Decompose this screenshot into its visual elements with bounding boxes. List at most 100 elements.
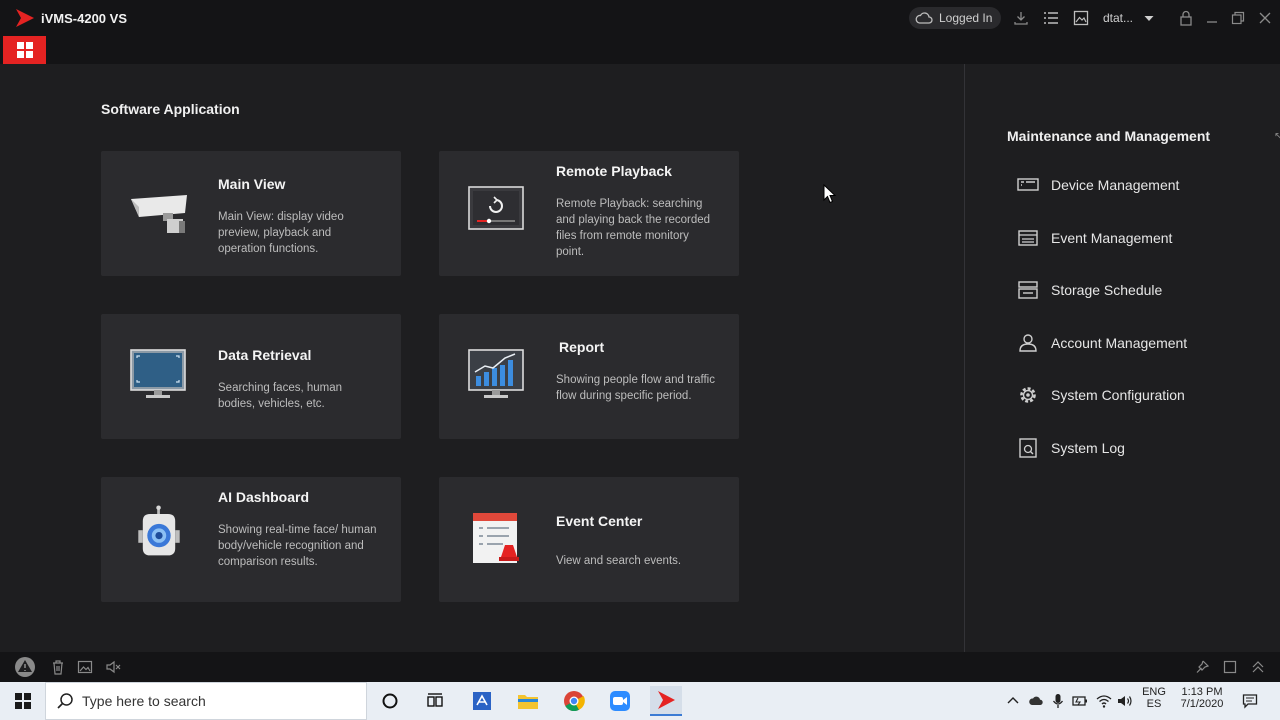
- lock-icon[interactable]: [1178, 10, 1194, 26]
- report-chart-icon: [468, 349, 524, 398]
- taskbar-search-input[interactable]: Type here to search: [45, 682, 367, 720]
- os-taskbar: Type here to search ENG ES 1:13 PM 7/1/2…: [0, 682, 1280, 720]
- home-tab[interactable]: [3, 36, 46, 64]
- download-icon[interactable]: [1013, 10, 1029, 26]
- taskbar-app-zoom[interactable]: [604, 686, 636, 716]
- event-center-icon: [473, 513, 519, 563]
- menu-system-log[interactable]: System Log: [1017, 436, 1125, 460]
- menu-account-management[interactable]: Account Management: [1017, 331, 1187, 355]
- taskbar-app-file-explorer[interactable]: [512, 686, 544, 716]
- monitor-search-icon: [130, 349, 186, 398]
- menu-label: Storage Schedule: [1051, 282, 1163, 298]
- task-list-icon[interactable]: [1043, 10, 1059, 26]
- language-code: ENG: [1142, 686, 1166, 698]
- card-title: Main View: [218, 176, 286, 192]
- card-title: Event Center: [556, 513, 643, 529]
- minimize-icon[interactable]: [1204, 10, 1220, 26]
- cortana-icon: [382, 693, 398, 709]
- login-status-label: Logged In: [939, 11, 993, 25]
- mute-icon[interactable]: [105, 659, 121, 675]
- storage-icon: [1018, 281, 1038, 299]
- start-button[interactable]: [0, 682, 45, 720]
- ivms-app-icon: [658, 691, 675, 709]
- card-title: Report: [559, 339, 605, 355]
- card-event-center[interactable]: Event Center View and search events.: [439, 477, 739, 602]
- section-title: Software Application: [101, 101, 240, 117]
- language-indicator[interactable]: ENG ES: [1139, 686, 1169, 710]
- card-data-retrieval[interactable]: Data Retrieval Searching faces, human bo…: [101, 314, 401, 439]
- collapse-arrow-icon[interactable]: ↖: [1274, 131, 1280, 142]
- close-icon[interactable]: [1257, 10, 1273, 26]
- taskbar-app-document[interactable]: [466, 686, 498, 716]
- card-description: Showing real-time face/ human body/vehic…: [218, 524, 377, 568]
- event-list-icon: [1018, 230, 1038, 246]
- menu-system-configuration[interactable]: System Configuration: [1017, 383, 1185, 407]
- tray-cloud-icon[interactable]: [1028, 693, 1044, 709]
- gear-icon: [1020, 387, 1036, 403]
- picture-icon[interactable]: [77, 659, 93, 675]
- search-icon: [57, 693, 73, 709]
- windows-logo-icon: [14, 693, 31, 709]
- chrome-icon: [564, 691, 585, 712]
- menu-storage-schedule[interactable]: Storage Schedule: [1017, 278, 1162, 302]
- tab-strip: [0, 36, 1280, 64]
- cloud-icon: [915, 12, 933, 24]
- tray-wifi-icon[interactable]: [1096, 693, 1112, 709]
- zoom-icon: [610, 691, 630, 711]
- task-view-button[interactable]: [419, 686, 451, 716]
- keyboard-layout: ES: [1146, 698, 1162, 710]
- card-remote-playback[interactable]: Remote Playback Remote Playback: searchi…: [439, 151, 739, 276]
- card-description: Showing people flow and traffic flow dur…: [556, 374, 715, 402]
- tray-volume-icon[interactable]: [1117, 693, 1133, 709]
- pin-icon[interactable]: [1194, 659, 1210, 675]
- card-title: Data Retrieval: [218, 347, 312, 363]
- tray-chevron-up-icon[interactable]: [1005, 693, 1021, 709]
- login-status-button[interactable]: Logged In: [909, 7, 1001, 29]
- user-icon: [1019, 334, 1037, 352]
- window-icon[interactable]: [1222, 659, 1238, 675]
- menu-device-management[interactable]: Device Management: [1017, 173, 1179, 197]
- card-ai-dashboard[interactable]: AI Dashboard Showing real-time face/ hum…: [101, 477, 401, 602]
- restore-icon[interactable]: [1230, 10, 1246, 26]
- tray-battery-icon[interactable]: [1072, 693, 1088, 709]
- card-main-view[interactable]: Main View Main View: display video previ…: [101, 151, 401, 276]
- log-icon: [1019, 438, 1037, 458]
- clock[interactable]: 1:13 PM 7/1/2020: [1172, 686, 1232, 710]
- menu-label: System Configuration: [1051, 387, 1185, 403]
- app-title: iVMS-4200 VS: [41, 11, 127, 26]
- card-description: Main View: display video preview, playba…: [218, 211, 344, 255]
- card-report[interactable]: Report Showing people flow and traffic f…: [439, 314, 739, 439]
- card-title: Remote Playback: [556, 163, 672, 179]
- mouse-cursor-icon: [823, 184, 837, 204]
- expand-up-icon[interactable]: [1250, 659, 1266, 675]
- card-description: View and search events.: [556, 555, 682, 567]
- user-menu[interactable]: dtat...: [1103, 11, 1133, 25]
- status-bar: [0, 652, 1280, 682]
- menu-label: Account Management: [1051, 335, 1188, 351]
- task-view-icon: [427, 693, 443, 707]
- software-application-area: Software Application Main View Main View…: [0, 64, 964, 652]
- device-icon: [1017, 178, 1039, 191]
- trash-icon[interactable]: [50, 659, 66, 675]
- menu-label: System Log: [1051, 440, 1125, 456]
- menu-label: Device Management: [1051, 177, 1180, 193]
- cortana-button[interactable]: [374, 686, 406, 716]
- alarm-warning-icon[interactable]: [14, 656, 36, 678]
- document-app-icon: [473, 692, 491, 710]
- dropdown-icon[interactable]: [1141, 10, 1157, 26]
- menu-label: Event Management: [1051, 230, 1173, 246]
- taskbar-app-chrome[interactable]: [558, 686, 590, 716]
- camera-icon: [131, 195, 187, 233]
- tray-microphone-icon[interactable]: [1050, 693, 1066, 709]
- clock-time: 1:13 PM: [1181, 686, 1223, 698]
- app-logo-icon: [16, 9, 34, 27]
- action-center-icon[interactable]: [1242, 693, 1258, 709]
- taskbar-app-ivms[interactable]: [650, 686, 682, 716]
- clock-date: 7/1/2020: [1180, 698, 1224, 710]
- card-description: Remote Playback: searching and playing b…: [556, 198, 711, 258]
- search-placeholder: Type here to search: [82, 693, 206, 709]
- card-description: Searching faces, human bodies, vehicles,…: [218, 382, 343, 410]
- menu-event-management[interactable]: Event Management: [1017, 226, 1172, 250]
- picture-icon[interactable]: [1073, 10, 1089, 26]
- title-bar: iVMS-4200 VS Logged In dtat...: [0, 0, 1280, 36]
